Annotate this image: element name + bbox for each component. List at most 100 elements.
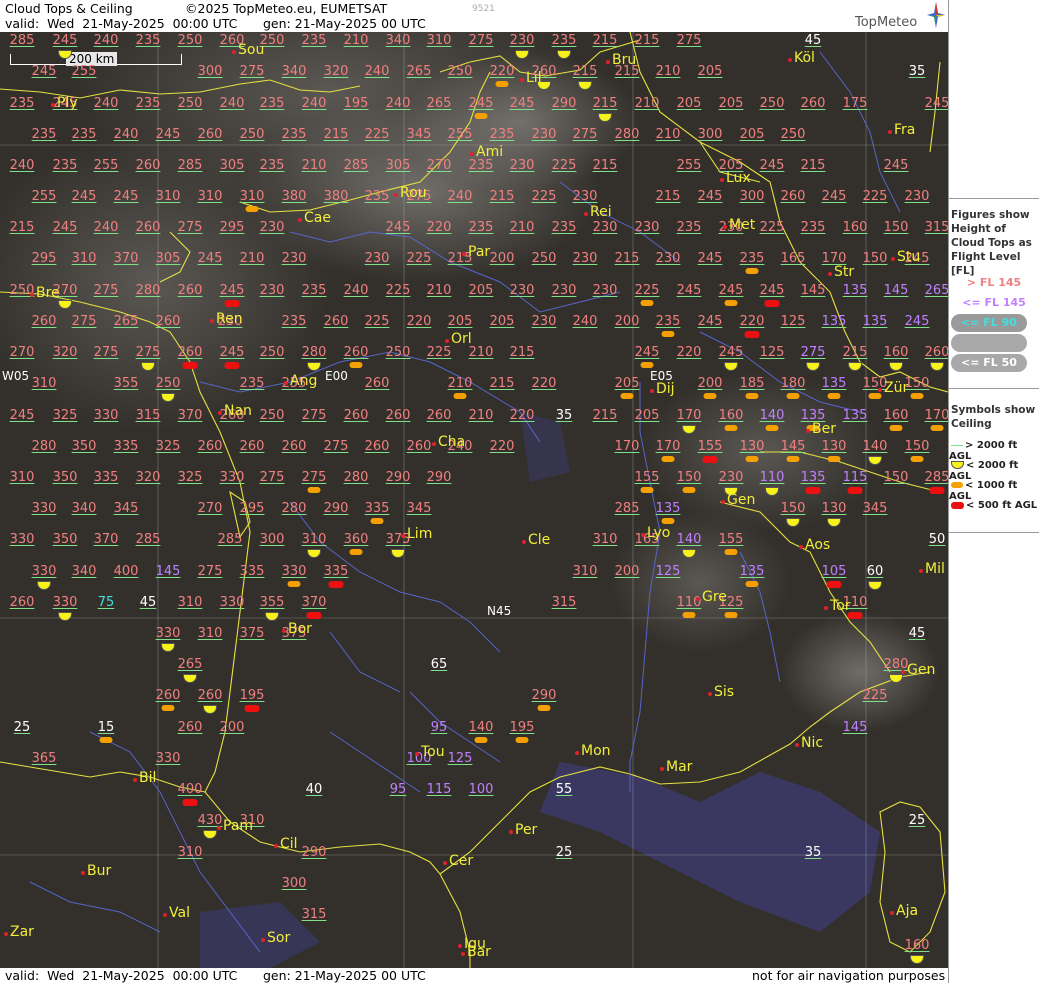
cloud-top-value: 240 (364, 64, 390, 79)
city-marker-icon (432, 442, 436, 446)
cloud-top-value: 265 (406, 64, 432, 79)
cloud-top-value: 240 (343, 283, 369, 298)
cloud-top-value: 260 (9, 595, 35, 610)
city-marker-icon (828, 272, 832, 276)
city-marker-icon (217, 826, 221, 830)
cloud-top-value: 220 (531, 376, 557, 391)
cloud-top-value: 280 (614, 127, 640, 142)
ceiling-under-500-icon (929, 487, 945, 494)
graticule-label: N45 (487, 604, 512, 618)
cloud-top-value: 235 (52, 158, 78, 173)
cloud-top-value: 205 (718, 96, 744, 111)
cloud-top-value: 35 (908, 64, 926, 79)
map-area[interactable]: 200 km 285 245 240 235 250 260 250 235 210 340 310… (0, 32, 948, 968)
cloud-top-value: 230 (634, 220, 660, 235)
cloud-top-value: 260 (281, 439, 307, 454)
cloud-top-value: 320 (52, 345, 78, 360)
cloud-top-value: 145 (780, 439, 806, 454)
cloud-top-value: 250 (447, 64, 473, 79)
cloud-top-value: 255 (93, 158, 119, 173)
cloud-top-value: 125 (447, 751, 473, 766)
cloud-top-value: 210 (343, 33, 369, 48)
cloud-top-value: 285 (614, 501, 640, 516)
cloud-top-value: 245 (718, 283, 744, 298)
cloud-top-value: 240 (93, 220, 119, 235)
cloud-top-value: 245 (468, 96, 494, 111)
cloud-top-value: 285 (343, 158, 369, 173)
ceiling-under-500-icon (702, 456, 718, 463)
cloud-top-value: 250 (259, 408, 285, 423)
cloud-top-value: 260 (426, 408, 452, 423)
cloud-top-value: 370 (113, 251, 139, 266)
cloud-top-value: 310 (177, 595, 203, 610)
ceiling-under-1000-icon (515, 737, 529, 743)
city-marker-icon (721, 500, 725, 504)
cloud-top-value: 245 (924, 96, 948, 111)
city-label: Bor (288, 621, 312, 637)
city-label: Bre (36, 285, 60, 301)
cloud-top-value: 195 (509, 720, 535, 735)
city-label: Gre (702, 589, 727, 605)
city-marker-icon (890, 911, 894, 915)
city-marker-icon (641, 533, 645, 537)
city-marker-icon (470, 152, 474, 156)
cloud-top-value: 310 (592, 532, 618, 547)
ceiling-under-1000-icon (724, 549, 738, 555)
cloud-top-value: 220 (509, 408, 535, 423)
cloud-top-value: 155 (718, 532, 744, 547)
cloud-top-value: 225 (364, 314, 390, 329)
city-label: Sor (267, 930, 291, 946)
legend-height-item: <= FL 70 (951, 334, 1027, 352)
cloud-top-value: 235 (364, 189, 390, 204)
cloud-top-value: 280 (31, 439, 57, 454)
city-label: Rou (400, 185, 427, 201)
city-label: Zür (884, 380, 909, 396)
ceiling-under-1000-icon (537, 705, 551, 711)
cloud-top-value: 235 (489, 127, 515, 142)
city-marker-icon (723, 225, 727, 229)
cloud-top-value: 245 (219, 345, 245, 360)
cloud-top-value: 355 (113, 376, 139, 391)
cloud-top-value: 150 (780, 501, 806, 516)
ceiling-under-1000-icon (495, 81, 509, 87)
city-marker-icon (520, 78, 524, 82)
ceiling-line-icon (951, 444, 963, 446)
ceiling-under-1000-icon (703, 393, 717, 399)
cloud-top-value: 230 (509, 33, 535, 48)
cloud-top-value: 330 (219, 595, 245, 610)
cloud-top-value: 235 (301, 33, 327, 48)
cloud-top-value: 170 (614, 439, 640, 454)
cloud-top-value: 230 (531, 314, 557, 329)
cloud-top-value: 270 (197, 501, 223, 516)
cloud-top-value: 335 (364, 501, 390, 516)
ceiling-under-1000-icon (889, 425, 903, 431)
cloud-top-value: 245 (759, 283, 785, 298)
ceiling-under-1000-icon (307, 487, 321, 493)
cloud-top-value: 220 (489, 439, 515, 454)
ceiling-under-500-icon (847, 487, 863, 494)
cloud-top-value: 235 (800, 220, 826, 235)
cloud-top-value: 275 (676, 33, 702, 48)
cloud-top-value: 300 (197, 64, 223, 79)
city-marker-icon (282, 629, 286, 633)
cloud-top-value: 340 (71, 501, 97, 516)
city-label: Cae (304, 210, 331, 226)
cloud-top-value: 265 (177, 657, 203, 672)
cloud-top-value: 330 (9, 532, 35, 547)
cloud-top-value: 200 (489, 251, 515, 266)
city-label: Ber (812, 421, 836, 437)
cloud-top-value: 260 (364, 376, 390, 391)
city-marker-icon (445, 339, 449, 343)
city-label: Par (468, 244, 491, 260)
cloud-top-value: 330 (155, 626, 181, 641)
cloud-top-value: 250 (239, 127, 265, 142)
ceiling-under-1000-icon (745, 268, 759, 274)
cloud-top-value: 210 (426, 283, 452, 298)
cloud-top-value: 185 (739, 376, 765, 391)
legend-height-item: > FL 145 (966, 276, 1022, 289)
cloud-top-value: 245 (904, 314, 930, 329)
cloud-top-value: 215 (9, 220, 35, 235)
cloud-top-value: 240 (113, 127, 139, 142)
ceiling-under-1000-icon (724, 612, 738, 618)
cloud-top-value: 150 (862, 251, 888, 266)
